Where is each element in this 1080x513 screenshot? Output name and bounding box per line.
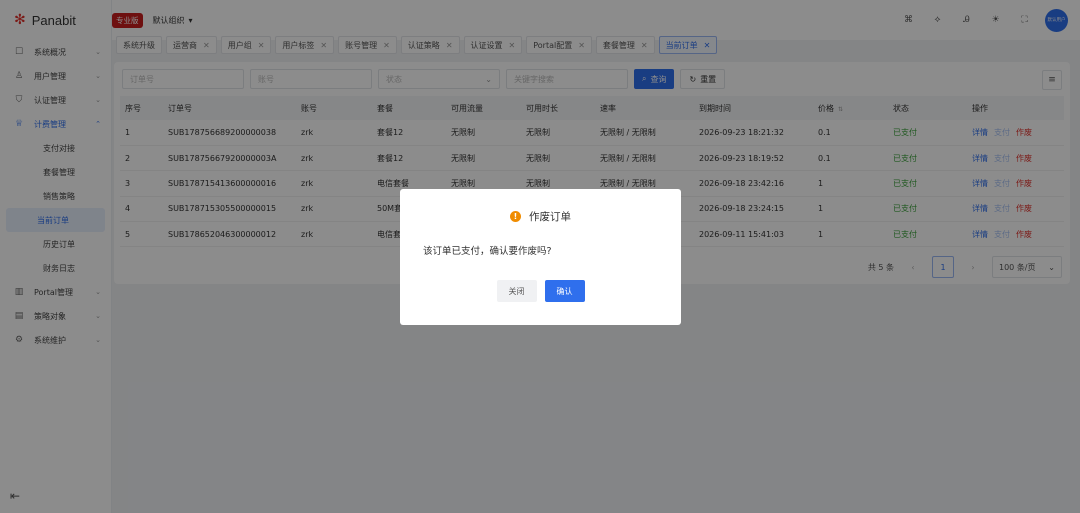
close-button[interactable]: 关闭 [496, 280, 537, 302]
dialog-message: 该订单已支付，确认要作废吗? [423, 246, 552, 257]
dialog-actions: 关闭 确认 [400, 280, 681, 302]
confirm-button[interactable]: 确认 [544, 280, 585, 302]
void-order-dialog: ! 作废订单 该订单已支付，确认要作废吗? 关闭 确认 [400, 189, 681, 325]
warning-icon: ! [510, 211, 521, 222]
dialog-title: ! 作废订单 [400, 209, 681, 224]
